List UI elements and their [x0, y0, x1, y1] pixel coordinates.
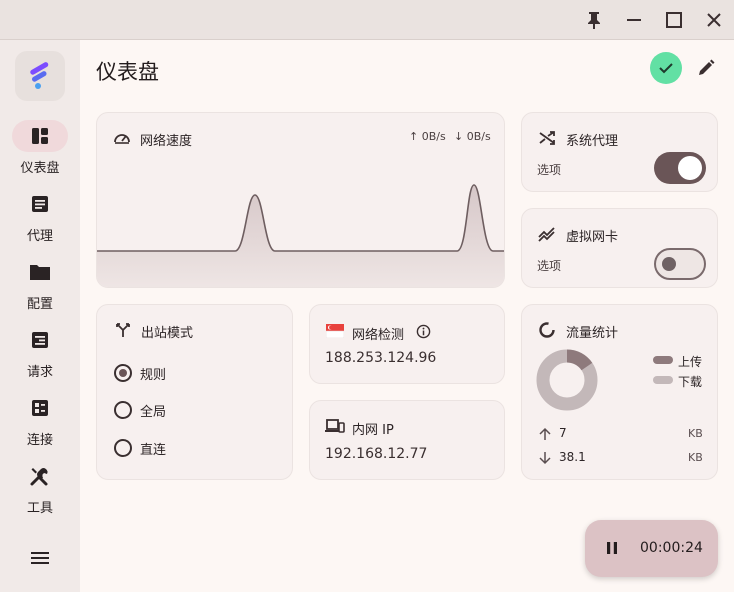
mode-option-global[interactable]: 全局 [114, 400, 264, 422]
upload-traffic-unit: KB [688, 427, 703, 440]
sidebar-item-label: 代理 [26, 229, 53, 244]
tools-icon [12, 460, 68, 492]
menu-icon[interactable] [28, 546, 52, 570]
download-legend-label: 下载 [678, 375, 703, 389]
speed-line [97, 184, 504, 252]
info-icon[interactable] [416, 324, 432, 340]
radio-button[interactable] [114, 364, 132, 382]
sidebar-item-label: 连接 [26, 433, 53, 448]
page-title: 仪表盘 [96, 60, 159, 84]
maximize-icon[interactable] [661, 8, 687, 32]
singapore-flag-icon [325, 323, 345, 339]
devices-icon [325, 418, 345, 434]
radio-label: 全局 [140, 405, 167, 420]
download-traffic-unit: KB [688, 451, 703, 464]
download-legend-swatch [653, 376, 673, 384]
download-speed: ↓ 0B/s [454, 130, 491, 143]
pause-icon [604, 540, 620, 556]
folder-icon [12, 256, 68, 288]
sidebar-item-connections[interactable]: 连接 [0, 392, 80, 456]
sidebar-item-dashboard[interactable]: 仪表盘 [0, 120, 80, 184]
arrow-down-icon [538, 450, 552, 465]
radio-label: 直连 [140, 443, 167, 458]
speed-area [97, 185, 504, 287]
upload-speed: ↑ 0B/s [409, 130, 446, 143]
traffic-title: 流量统计 [566, 326, 619, 341]
arrow-up-icon [538, 426, 552, 440]
mode-option-direct[interactable]: 直连 [114, 438, 264, 460]
speedometer-icon [113, 129, 131, 147]
donut-chart-icon [538, 321, 556, 339]
upload-legend-swatch [653, 356, 673, 364]
system-proxy-toggle[interactable] [654, 152, 706, 184]
title-bar [0, 0, 734, 40]
sidebar-item-proxy[interactable]: 代理 [0, 188, 80, 252]
network-check-value: 188.253.124.96 [325, 350, 437, 366]
radio-label: 规则 [140, 368, 167, 383]
virtual-nic-toggle[interactable] [654, 248, 706, 280]
status-ok-button[interactable] [650, 52, 682, 84]
outbound-mode-title: 出站模式 [141, 326, 194, 341]
sidebar-item-label: 配置 [26, 297, 53, 312]
virtual-nic-title: 虚拟网卡 [566, 230, 619, 245]
sidebar-item-tools[interactable]: 工具 [0, 460, 80, 524]
sidebar: 仪表盘 代理 配置 请求 连接 工具 [0, 40, 80, 592]
sidebar-item-profiles[interactable]: 配置 [0, 256, 80, 320]
pin-icon[interactable] [581, 8, 607, 32]
upload-traffic-value: 7 [559, 426, 567, 440]
upload-legend-label: 上传 [678, 355, 703, 369]
timer-display: 00:00:24 [640, 540, 703, 556]
shuffle-icon [538, 129, 556, 147]
system-proxy-subtitle[interactable]: 选项 [537, 161, 561, 178]
traffic-donut-chart [536, 349, 598, 411]
close-icon[interactable] [701, 8, 727, 32]
intranet-ip-title: 内网 IP [352, 423, 394, 438]
sidebar-item-label: 工具 [26, 501, 53, 516]
connections-icon [12, 392, 68, 424]
radio-button[interactable] [114, 439, 132, 457]
dashboard-icon [12, 120, 68, 152]
proxy-list-icon [12, 188, 68, 220]
edit-button[interactable] [694, 56, 718, 80]
sidebar-item-label: 仪表盘 [20, 161, 60, 176]
pause-timer-button[interactable]: 00:00:24 [585, 520, 718, 577]
network-speed-title: 网络速度 [140, 134, 193, 149]
network-check-card [309, 304, 505, 384]
sidebar-item-label: 请求 [26, 365, 53, 380]
virtual-nic-subtitle[interactable]: 选项 [537, 257, 561, 274]
download-traffic-value: 38.1 [559, 450, 586, 464]
sidebar-item-requests[interactable]: 请求 [0, 324, 80, 388]
check-icon [659, 63, 673, 74]
intranet-ip-value: 192.168.12.77 [325, 446, 428, 462]
intranet-ip-card [309, 400, 505, 480]
system-proxy-title: 系统代理 [566, 134, 619, 149]
mode-option-rule[interactable]: 规则 [114, 363, 264, 385]
minimize-icon[interactable] [621, 8, 647, 32]
request-icon [12, 324, 68, 356]
fork-icon [114, 321, 132, 339]
trend-icon [538, 225, 556, 243]
app-logo [15, 51, 65, 101]
pencil-icon [699, 59, 715, 75]
radio-button[interactable] [114, 401, 132, 419]
network-check-title: 网络检测 [352, 328, 405, 343]
